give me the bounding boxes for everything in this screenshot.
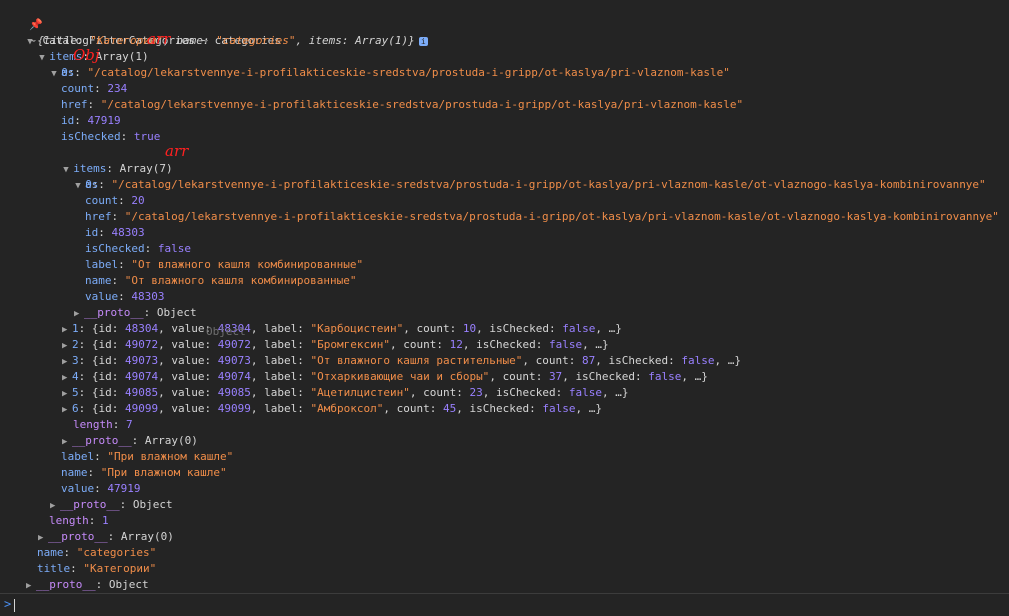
- item0-label: label: "При влажном кашле": [61, 450, 234, 463]
- sub0-id: id: 48303: [85, 226, 145, 239]
- expand-triangle-icon[interactable]: ▶: [62, 338, 72, 354]
- sub-item-row[interactable]: ▶ 1: {id: 48304, value: 48304, label: "Ка…: [62, 321, 622, 337]
- sub-item-row[interactable]: ▶ 3: {id: 49073, value: 49073, label: "От…: [62, 353, 741, 369]
- collapse-triangle-icon[interactable]: ▼: [75, 178, 85, 194]
- sub-0-row[interactable]: ▼ 0:: [62, 161, 98, 191]
- sub0-name: name: "От влажного кашля комбинированные…: [85, 274, 357, 287]
- text-cursor: [14, 599, 15, 612]
- item0-as: as: "/catalog/lekarstvennye-i-profilakti…: [61, 66, 730, 79]
- items-length: length: 1: [49, 514, 109, 527]
- annotation-arr: arr: [165, 142, 189, 160]
- expand-triangle-icon[interactable]: ▶: [62, 322, 72, 338]
- item0-href: href: "/catalog/lekarstvennye-i-profilak…: [61, 98, 744, 111]
- sub0-href: href: "/catalog/lekarstvennye-i-profilak…: [85, 210, 999, 223]
- console-prompt[interactable]: >: [0, 593, 1009, 616]
- expand-triangle-icon[interactable]: ▶: [50, 498, 60, 514]
- root-object[interactable]: ▼ {title: "Категории", name: "categories"…: [14, 17, 428, 47]
- item0-name: name: "При влажном кашле": [61, 466, 227, 479]
- info-icon[interactable]: i: [418, 36, 428, 46]
- item0-items-row[interactable]: ▼ items: Array(7): [50, 145, 172, 175]
- sub0-ischecked: isChecked: false: [85, 242, 191, 255]
- collapse-triangle-icon[interactable]: ▼: [51, 66, 61, 82]
- expand-triangle-icon[interactable]: ▶: [62, 354, 72, 370]
- sub0-proto[interactable]: ▶ __proto__: Object: [74, 305, 197, 321]
- annotation-obj: Obj: [73, 46, 100, 64]
- sub-item-row[interactable]: ▶ 2: {id: 49072, value: 49072, label: "Бр…: [62, 337, 609, 353]
- sub-item-row[interactable]: ▶ 4: {id: 49074, value: 49074, label: "От…: [62, 369, 708, 385]
- sub-proto[interactable]: ▶ __proto__: Array(0): [62, 433, 198, 449]
- sub0-count: count: 20: [85, 194, 145, 207]
- expand-triangle-icon[interactable]: ▶: [62, 402, 72, 418]
- item0-value: value: 47919: [61, 482, 141, 495]
- items-proto[interactable]: ▶ __proto__: Array(0): [38, 529, 174, 545]
- log-header: 📌 ~ CatalogFilterCategories ~ categories: [29, 18, 281, 47]
- expand-triangle-icon[interactable]: ▶: [62, 370, 72, 386]
- root-name: name: "categories": [37, 546, 157, 559]
- expand-triangle-icon[interactable]: ▶: [62, 434, 72, 450]
- item0-count: count: 234: [61, 82, 128, 95]
- sub-item-row[interactable]: ▶ 5: {id: 49085, value: 49085, label: "Ац…: [62, 385, 628, 401]
- prompt-caret-icon: >: [4, 597, 12, 611]
- sub0-value: value: 48303: [85, 290, 165, 303]
- sub0-label: label: "От влажного кашля комбинированны…: [85, 258, 364, 271]
- sub0-as: as: "/catalog/lekarstvennye-i-profilakti…: [85, 178, 986, 191]
- item0-id: id: 47919: [61, 114, 121, 127]
- root-proto[interactable]: ▶ __proto__: Object: [26, 577, 149, 593]
- sub-length: length: 7: [73, 418, 133, 431]
- item0-proto[interactable]: ▶ __proto__: Object: [50, 497, 173, 513]
- annotation-arr: arr: [147, 30, 171, 48]
- expand-triangle-icon[interactable]: ▶: [38, 530, 48, 546]
- expand-triangle-icon[interactable]: ▶: [74, 306, 84, 322]
- expand-triangle-icon[interactable]: ▶: [26, 578, 36, 594]
- item0-ischecked: isChecked: true: [61, 130, 161, 143]
- root-title: title: "Категории": [37, 562, 157, 575]
- hover-tooltip: Object: [206, 325, 246, 338]
- sub-item-row[interactable]: ▶ 6: {id: 49099, value: 49099, label: "Ам…: [62, 401, 602, 417]
- item-0-row[interactable]: ▼ 0:: [38, 49, 74, 79]
- expand-triangle-icon[interactable]: ▶: [62, 386, 72, 402]
